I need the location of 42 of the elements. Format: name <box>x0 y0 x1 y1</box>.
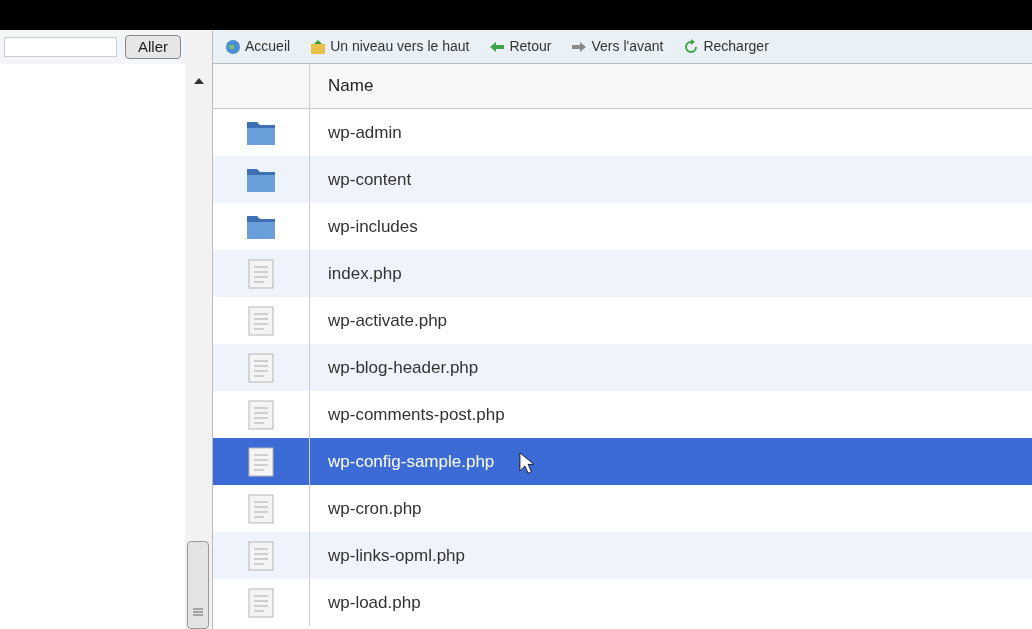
scroll-thumb[interactable] <box>187 541 209 629</box>
file-name: wp-cron.php <box>327 497 423 520</box>
toolbar-button[interactable]: Accueil <box>225 36 291 57</box>
address-field[interactable] <box>4 37 117 57</box>
document-icon <box>248 446 274 477</box>
folder-icon <box>246 166 276 193</box>
document-icon <box>248 305 274 336</box>
file-name: index.php <box>327 262 403 285</box>
toolbar-button[interactable]: Retour <box>489 36 552 57</box>
toolbar-button[interactable]: Recharger <box>683 36 769 57</box>
file-row[interactable]: wp-links-opml.php <box>213 532 1032 579</box>
file-name: wp-load.php <box>327 591 422 614</box>
document-icon <box>248 258 274 289</box>
folder-up-icon <box>310 38 327 55</box>
reload-icon <box>683 38 700 55</box>
file-row[interactable]: wp-config-sample.php <box>213 438 1032 485</box>
globe-icon <box>225 38 241 55</box>
document-icon <box>248 587 274 618</box>
file-name: wp-links-opml.php <box>327 544 466 567</box>
mouse-pointer-icon <box>519 452 534 475</box>
toolbar-button[interactable]: Vers l'avant <box>571 36 664 57</box>
grip-icon <box>193 608 203 616</box>
folder-icon <box>246 119 276 146</box>
file-name: wp-content <box>327 168 413 191</box>
file-name: wp-includes <box>327 215 419 238</box>
document-icon <box>248 493 274 524</box>
file-name: wp-activate.php <box>327 309 449 332</box>
scroll-up-icon[interactable] <box>193 78 204 84</box>
file-name: wp-blog-header.php <box>327 356 480 379</box>
toolbar-button[interactable]: Un niveau vers le haut <box>310 36 470 57</box>
folder-icon <box>246 213 276 240</box>
file-row[interactable]: index.php <box>213 250 1032 297</box>
file-row[interactable]: wp-content <box>213 156 1032 203</box>
document-icon <box>248 399 274 430</box>
document-icon <box>248 540 274 571</box>
file-name: wp-admin <box>327 121 403 144</box>
vertical-scrollbar[interactable] <box>185 30 213 629</box>
file-row[interactable]: wp-blog-header.php <box>213 344 1032 391</box>
document-icon <box>248 352 274 383</box>
go-button[interactable]: Aller <box>125 35 181 59</box>
file-name: wp-config-sample.php <box>327 450 496 473</box>
file-name: wp-comments-post.php <box>327 403 506 426</box>
